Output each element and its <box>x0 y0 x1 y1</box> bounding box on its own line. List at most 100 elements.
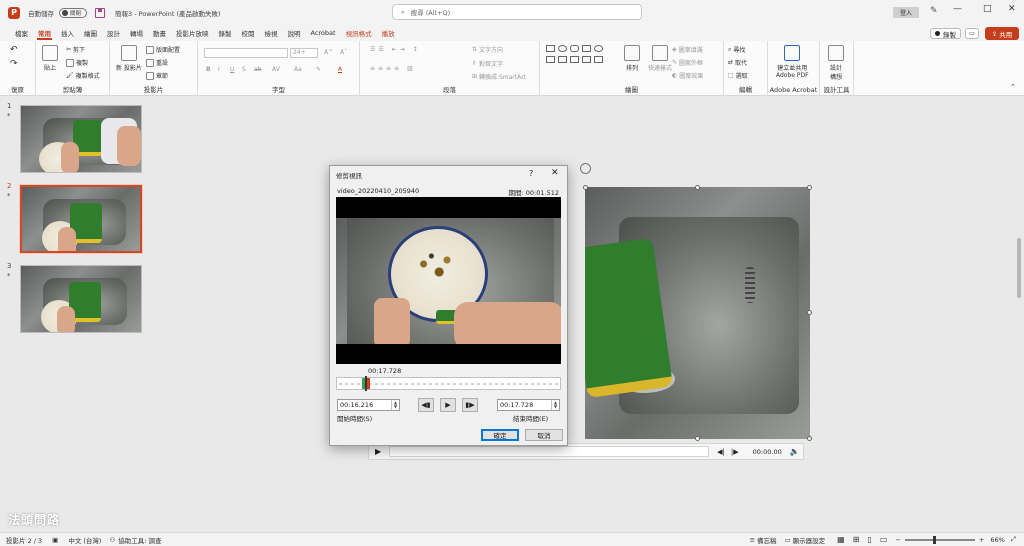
tab-review[interactable]: 校閱 <box>237 25 260 41</box>
start-time-stepper[interactable]: ▲ ▼ <box>391 400 399 410</box>
shape-rounded-icon[interactable] <box>570 45 579 52</box>
underline-button[interactable]: U <box>230 66 234 73</box>
tab-record[interactable]: 錄製 <box>214 25 237 41</box>
design-ideas-button[interactable]: 設計 構想 <box>828 45 844 81</box>
align-text-button[interactable]: ⇳ 對齊文字 <box>472 59 503 68</box>
tab-slideshow[interactable]: 投影片放映 <box>171 25 214 41</box>
autosave-toggle[interactable]: 關閉 <box>59 7 87 18</box>
shape-fill-button[interactable]: ◈ 圖案填滿 <box>672 45 703 54</box>
minimize-button[interactable]: — <box>953 4 962 14</box>
shape-triangle-icon[interactable] <box>546 56 555 63</box>
tab-help[interactable]: 說明 <box>283 25 306 41</box>
tab-design[interactable]: 設計 <box>102 25 125 41</box>
shape-rect-icon[interactable] <box>546 45 555 52</box>
normal-view-icon[interactable]: ▦ <box>837 535 845 544</box>
slide-thumbnail-3[interactable]: 3 * <box>0 256 150 333</box>
player-progress-track[interactable] <box>389 446 710 457</box>
align-buttons-icon[interactable]: ≡≡≡≡ ▥ <box>370 65 416 72</box>
dialog-close-button[interactable]: ✕ <box>551 168 559 178</box>
layout-button[interactable]: 版面配置 <box>146 45 180 54</box>
zoom-in-icon[interactable]: + <box>979 536 984 544</box>
cut-button[interactable]: ✂ 剪下 <box>66 45 85 54</box>
copy-button[interactable]: 複製 <box>66 58 88 67</box>
close-button[interactable]: ✕ <box>1008 4 1016 14</box>
shape-oval-icon[interactable] <box>558 45 567 52</box>
shape-circle-icon[interactable] <box>594 45 603 52</box>
new-slide-button[interactable]: 新 投影片 <box>116 45 142 72</box>
zoom-slider-thumb[interactable] <box>932 535 936 544</box>
ok-button[interactable]: 確定 <box>481 429 519 441</box>
slideshow-icon[interactable]: ▭ <box>880 535 888 544</box>
change-case-button[interactable]: Aa <box>294 66 302 73</box>
next-frame-button[interactable]: ▮▶ <box>462 398 478 412</box>
tab-video-format[interactable]: 視訊格式 <box>341 25 377 41</box>
slide-thumbnail-1[interactable]: 1 * <box>0 96 150 173</box>
create-pdf-button[interactable]: 建立並共用 Adobe PDF <box>776 45 809 79</box>
end-time-stepper[interactable]: ▲ ▼ <box>551 400 559 410</box>
tab-draw[interactable]: 繪圖 <box>79 25 102 41</box>
cancel-button[interactable]: 取消 <box>525 429 563 441</box>
shape-gallery[interactable] <box>546 45 616 77</box>
replace-button[interactable]: ⇄ 取代 <box>728 58 747 67</box>
slide-thumbnail-2[interactable]: 2 * <box>0 176 150 254</box>
login-button[interactable]: 登入 <box>893 7 919 18</box>
player-play-button[interactable]: ▶ <box>375 447 381 456</box>
shape-star-icon[interactable] <box>570 56 579 63</box>
shrink-font-icon[interactable]: Aˇ <box>340 49 347 56</box>
find-button[interactable]: ⌕ 尋找 <box>728 45 745 55</box>
comment-button[interactable]: ▭ <box>965 28 979 39</box>
font-size-select[interactable]: 24+ <box>290 48 318 58</box>
arrange-button[interactable]: 排列 <box>624 45 640 72</box>
bold-button[interactable]: B <box>206 66 211 73</box>
font-color-button[interactable]: A <box>338 66 342 73</box>
rotate-handle[interactable] <box>580 163 591 174</box>
tab-insert[interactable]: 插入 <box>56 25 79 41</box>
strikethrough-button[interactable]: ab <box>254 66 262 73</box>
italic-button[interactable]: I <box>218 66 220 73</box>
zoom-out-icon[interactable]: − <box>895 536 900 544</box>
player-prev-icon[interactable]: ◀| <box>717 448 725 456</box>
redo-icon[interactable]: ↷ <box>10 59 18 69</box>
tab-file[interactable]: 檔案 <box>10 25 33 41</box>
paste-button[interactable]: 貼上 <box>42 45 58 72</box>
search-input[interactable]: ⌕ 搜尋 (Alt+Q) <box>392 4 642 20</box>
font-name-select[interactable] <box>204 48 288 58</box>
scrollbar-thumb[interactable] <box>1017 238 1021 298</box>
zoom-level[interactable]: 66% <box>990 536 1004 544</box>
slide-sorter-icon[interactable]: ⊞ <box>853 535 860 544</box>
section-button[interactable]: 章節 <box>146 71 168 80</box>
shape-callout-icon[interactable] <box>594 56 603 63</box>
shape-arrow-icon[interactable] <box>558 56 567 63</box>
record-button[interactable]: 錄製 <box>930 28 961 39</box>
collapse-ribbon-icon[interactable]: ⌃ <box>1010 83 1016 91</box>
resize-handle[interactable] <box>807 436 812 441</box>
dialog-help-button[interactable]: ? <box>529 169 533 178</box>
select-button[interactable]: ⬚ 選取 <box>728 71 748 80</box>
quick-styles-button[interactable]: 快速樣式 <box>648 45 672 72</box>
language-indicator[interactable]: 中文 (台灣) <box>68 535 101 545</box>
previous-frame-button[interactable]: ◀▮ <box>418 398 434 412</box>
player-next-icon[interactable]: |▶ <box>731 448 739 456</box>
play-button[interactable]: ▶ <box>440 398 456 412</box>
tab-home[interactable]: 常用 <box>33 25 56 41</box>
save-icon[interactable] <box>95 7 105 18</box>
slide-video[interactable] <box>585 187 810 439</box>
pen-icon[interactable]: ✎ <box>930 6 938 16</box>
vertical-scrollbar[interactable] <box>1016 98 1022 530</box>
list-buttons-icon[interactable]: ☰☰ ⇤⇥ ↕ <box>370 46 421 53</box>
highlight-icon[interactable]: ✎ <box>316 66 321 73</box>
volume-icon[interactable]: 🔈 <box>790 447 800 456</box>
display-settings-button[interactable]: 顯示器設定 <box>793 535 826 545</box>
shadow-button[interactable]: S <box>242 66 246 73</box>
accessibility-status[interactable]: 協助工具: 調查 <box>118 535 161 545</box>
notes-button[interactable]: 備忘稿 <box>757 535 777 545</box>
shape-line-icon[interactable] <box>582 45 591 52</box>
shape-outline-button[interactable]: ✎ 圖案外框 <box>672 58 703 67</box>
shape-effects-button[interactable]: ◐ 圖案效果 <box>672 71 703 80</box>
resize-handle[interactable] <box>695 436 700 441</box>
zoom-slider[interactable] <box>904 535 975 544</box>
tab-acrobat[interactable]: Acrobat <box>306 25 341 41</box>
char-spacing-button[interactable]: AV <box>272 66 280 73</box>
trim-timeline[interactable] <box>336 376 561 391</box>
undo-icon[interactable]: ↶ <box>10 45 18 55</box>
